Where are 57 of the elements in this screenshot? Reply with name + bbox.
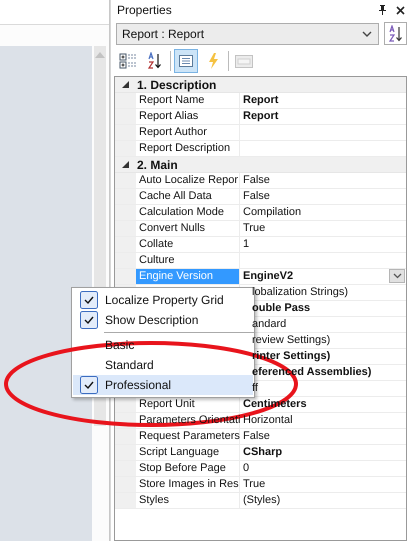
property-value[interactable]: (Styles) — [243, 493, 280, 508]
property-value[interactable]: Report — [243, 109, 278, 124]
property-value[interactable]: Report — [243, 93, 278, 108]
menu-item[interactable]: Standard — [73, 355, 253, 375]
property-name[interactable]: Report Alias — [136, 109, 240, 124]
property-value[interactable]: ouble Pass — [252, 301, 310, 316]
property-value[interactable]: CSharp — [243, 445, 282, 460]
property-name[interactable]: Request Parameters — [136, 429, 240, 444]
object-dropdown[interactable]: Report : Report — [116, 22, 379, 44]
property-value[interactable]: Horizontal — [243, 413, 293, 428]
property-value[interactable]: True — [243, 221, 266, 236]
panel-title: Properties — [117, 3, 173, 17]
property-value[interactable]: andard — [252, 317, 286, 332]
sort-icon — [147, 52, 163, 70]
property-value[interactable]: review Settings) — [252, 333, 330, 348]
property-name[interactable]: Stop Before Page — [136, 461, 240, 476]
sort-button[interactable] — [384, 22, 407, 45]
property-value[interactable]: EngineV2 — [243, 269, 294, 284]
property-name[interactable]: Script Language — [136, 445, 240, 460]
category-header: 1. Description — [136, 78, 216, 92]
property-name[interactable]: Report Author — [136, 125, 240, 140]
property-value[interactable]: lobalization Strings) — [252, 285, 348, 300]
property-name[interactable]: Cache All Data — [136, 189, 240, 204]
property-name[interactable]: Auto Localize Repor — [136, 173, 240, 188]
chevron-icon — [362, 30, 372, 36]
property-value[interactable]: True — [243, 477, 266, 492]
property-value[interactable]: False — [243, 429, 270, 444]
property-value[interactable]: 0 — [243, 461, 250, 476]
list-icon — [178, 53, 194, 69]
property-name[interactable]: Convert Nulls — [136, 221, 240, 236]
categorized-icon — [119, 52, 137, 70]
property-name[interactable]: Culture — [136, 253, 240, 268]
dropdown-button[interactable] — [389, 269, 405, 283]
property-value[interactable]: 1 — [243, 237, 250, 252]
triangle-icon[interactable] — [122, 161, 128, 168]
pin-icon[interactable] — [378, 5, 387, 15]
window-icon — [234, 53, 254, 69]
triangle-icon[interactable] — [122, 81, 128, 88]
menu-item[interactable]: Show Description — [73, 310, 253, 330]
chevron-icon — [392, 273, 402, 279]
close-icon[interactable] — [396, 6, 405, 14]
sort-icon — [388, 24, 404, 42]
property-value[interactable]: False — [243, 173, 270, 188]
property-name[interactable]: Calculation Mode — [136, 205, 240, 220]
property-value[interactable]: Compilation — [243, 205, 302, 220]
lightning-icon — [206, 52, 220, 70]
property-value[interactable]: ff — [252, 381, 258, 396]
menu-item[interactable]: Professional — [73, 375, 253, 395]
property-name[interactable]: Styles — [136, 493, 240, 508]
property-name[interactable]: Collate — [136, 237, 240, 252]
properties-button[interactable] — [174, 49, 198, 73]
category-header: 2. Main — [136, 158, 178, 172]
property-value[interactable]: False — [243, 189, 270, 204]
property-name[interactable]: Report Name — [136, 93, 240, 108]
property-name[interactable]: Store Images in Res — [136, 477, 240, 492]
menu-item[interactable]: Localize Property Grid — [73, 290, 253, 310]
property-name[interactable]: Report Description — [136, 141, 240, 156]
